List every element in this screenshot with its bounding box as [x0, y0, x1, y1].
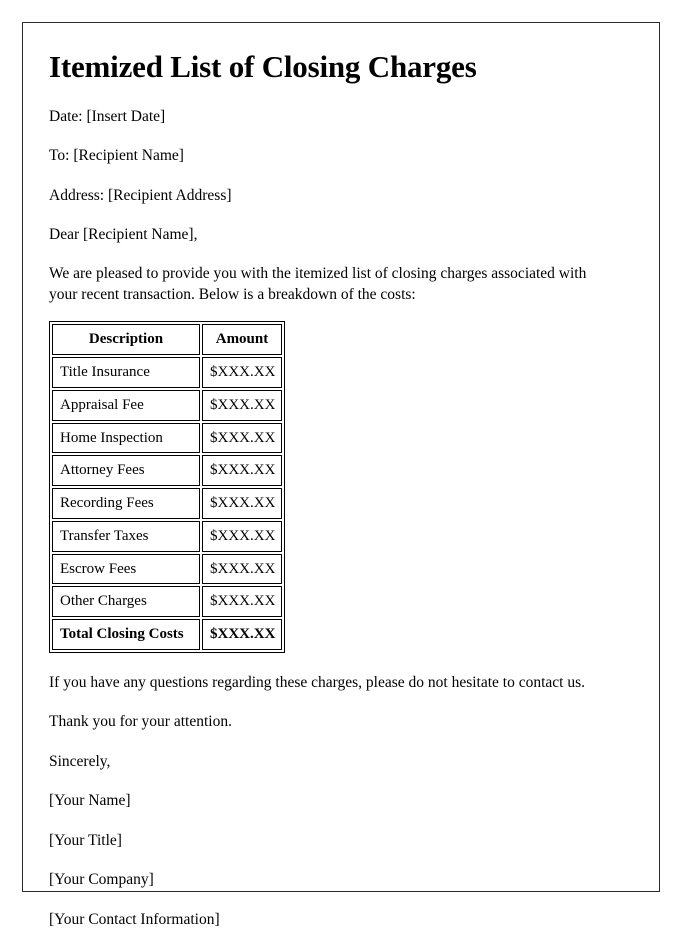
cell-description: Appraisal Fee [52, 389, 200, 421]
table-row: Escrow Fees $XXX.XX [52, 553, 282, 585]
table-header: Description Amount [52, 324, 282, 356]
cell-amount: $XXX.XX [202, 455, 282, 487]
closing-signoff: Sincerely, [49, 752, 111, 770]
document-body: Itemized List of Closing Charges Date: [… [23, 23, 659, 930]
cell-amount: $XXX.XX [202, 389, 282, 421]
cell-description-total: Total Closing Costs [52, 619, 200, 650]
cell-amount: $XXX.XX [202, 586, 282, 618]
table-row: Title Insurance $XXX.XX [52, 357, 282, 388]
header-line-salutation: Dear [Recipient Name], [49, 226, 198, 243]
closing-thanks-paragraph: Thank you for your attention. [49, 713, 232, 731]
intro-paragraph: We are pleased to provide you with the i… [49, 265, 587, 303]
closing-questions-paragraph: If you have any questions regarding thes… [49, 673, 586, 691]
cell-description: Home Inspection [52, 422, 200, 454]
cell-amount: $XXX.XX [202, 488, 282, 519]
cell-description: Attorney Fees [52, 455, 200, 487]
signature-contact: [Your Contact Information] [49, 910, 220, 928]
cell-description: Recording Fees [52, 488, 200, 519]
signature-block: [Your Name] [Your Title] [Your Company] … [49, 791, 633, 930]
cell-description: Escrow Fees [52, 553, 200, 585]
cell-description: Title Insurance [52, 357, 200, 388]
page-title: Itemized List of Closing Charges [49, 49, 477, 84]
table-body: Title Insurance $XXX.XX Appraisal Fee $X… [52, 357, 282, 650]
table-row: Attorney Fees $XXX.XX [52, 455, 282, 487]
column-header-description: Description [52, 324, 200, 356]
table-row: Recording Fees $XXX.XX [52, 488, 282, 519]
table-row-total: Total Closing Costs $XXX.XX [52, 619, 282, 650]
cell-amount: $XXX.XX [202, 520, 282, 552]
cell-description: Transfer Taxes [52, 520, 200, 552]
table-header-row: Description Amount [52, 324, 282, 356]
table-row: Other Charges $XXX.XX [52, 586, 282, 618]
cell-amount-total: $XXX.XX [202, 619, 282, 650]
header-line-date: Date: [Insert Date] [49, 107, 166, 125]
cell-amount: $XXX.XX [202, 422, 282, 454]
cell-description: Other Charges [52, 586, 200, 618]
table-row: Transfer Taxes $XXX.XX [52, 520, 282, 552]
signature-name: [Your Name] [49, 792, 131, 810]
signature-title: [Your Title] [49, 831, 122, 849]
header-line-to: To: [Recipient Name] [49, 147, 184, 165]
document-page: Itemized List of Closing Charges Date: [… [22, 22, 660, 928]
closing-charges-table: Description Amount Title Insurance $XXX.… [49, 321, 285, 653]
column-header-amount: Amount [202, 324, 282, 356]
table-row: Appraisal Fee $XXX.XX [52, 389, 282, 421]
closing-paragraphs: If you have any questions regarding thes… [49, 673, 633, 772]
signature-company: [Your Company] [49, 871, 154, 889]
table-row: Home Inspection $XXX.XX [52, 422, 282, 454]
letter-header: Date: [Insert Date] To: [Recipient Name]… [49, 107, 633, 246]
cell-amount: $XXX.XX [202, 357, 282, 388]
cell-amount: $XXX.XX [202, 553, 282, 585]
header-line-address: Address: [Recipient Address] [49, 186, 232, 204]
